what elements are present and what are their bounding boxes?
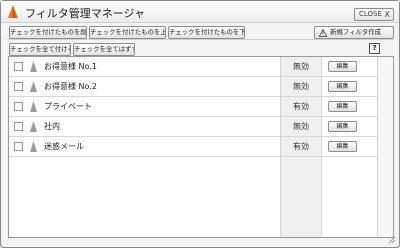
close-icon: X xyxy=(384,10,390,19)
new-filter-button[interactable]: 新規フィルタ作成 xyxy=(314,26,394,39)
close-button[interactable]: CLOSE X xyxy=(354,8,394,21)
close-label: CLOSE xyxy=(359,10,382,18)
filter-status: 有効 xyxy=(293,142,309,151)
filter-row[interactable]: プライベート 有効 編集 xyxy=(9,97,377,117)
filter-cone-icon xyxy=(30,121,37,132)
filter-cone-icon xyxy=(30,101,37,112)
edit-button[interactable]: 編集 xyxy=(328,121,357,132)
help-button[interactable]: ? xyxy=(369,43,380,54)
delete-checked-label: チェックを付けたものを削除 xyxy=(10,28,87,36)
uncheck-all-label: チェックを全てはずす xyxy=(74,45,135,53)
filter-list: お得意様 No.1 無効 編集 お得意様 No.2 無効 編集 プライベート 有… xyxy=(8,56,394,238)
title-bar[interactable]: フィルタ管理マネージャ CLOSE X xyxy=(1,1,399,23)
filter-row[interactable]: お得意様 No.1 無効 編集 xyxy=(9,57,377,77)
check-all-label: チェックを全て付ける xyxy=(10,45,71,53)
filter-row[interactable]: 迷惑メール 有効 編集 xyxy=(9,137,377,157)
edit-button[interactable]: 編集 xyxy=(328,61,357,72)
move-checked-up-label: チェックを付けたものを上に xyxy=(90,28,166,36)
filter-name: 迷惑メール xyxy=(44,142,84,151)
filter-name: お得意様 No.1 xyxy=(44,62,97,71)
row-checkbox[interactable] xyxy=(14,62,23,71)
row-checkbox[interactable] xyxy=(14,102,23,111)
new-filter-label: 新規フィルタ作成 xyxy=(330,28,381,36)
uncheck-all-button[interactable]: チェックを全てはずす xyxy=(73,43,135,56)
edit-button[interactable]: 編集 xyxy=(328,141,357,152)
filter-name: プライベート xyxy=(44,102,92,111)
check-all-button[interactable]: チェックを全て付ける xyxy=(9,43,71,56)
filter-manager-window: フィルタ管理マネージャ CLOSE X チェックを付けたものを削除 チェックを付… xyxy=(0,0,400,248)
delete-checked-button[interactable]: チェックを付けたものを削除 xyxy=(9,26,87,39)
filter-status: 無効 xyxy=(293,122,309,131)
filter-row[interactable]: 社内 無効 編集 xyxy=(9,117,377,137)
filter-status: 無効 xyxy=(293,62,309,71)
window-title: フィルタ管理マネージャ xyxy=(25,7,146,20)
filter-row[interactable]: お得意様 No.2 無効 編集 xyxy=(9,77,377,97)
resize-grip-icon[interactable] xyxy=(388,236,396,244)
move-checked-up-button[interactable]: チェックを付けたものを上に xyxy=(89,26,166,39)
filter-name: お得意様 No.2 xyxy=(44,82,97,91)
toolbar-divider xyxy=(7,39,393,40)
edit-button[interactable]: 編集 xyxy=(328,101,357,112)
edit-button[interactable]: 編集 xyxy=(328,81,357,92)
row-checkbox[interactable] xyxy=(14,82,23,91)
row-checkbox[interactable] xyxy=(14,142,23,151)
warning-triangle-icon xyxy=(319,29,327,37)
filter-status: 無効 xyxy=(293,82,309,91)
move-checked-down-button[interactable]: チェックを付けたものを下に xyxy=(168,26,245,39)
move-checked-down-label: チェックを付けたものを下に xyxy=(169,28,245,36)
row-checkbox[interactable] xyxy=(14,122,23,131)
list-scrollbar[interactable] xyxy=(377,57,393,237)
filter-cone-icon xyxy=(30,81,37,92)
filter-name: 社内 xyxy=(44,122,60,131)
filter-cone-icon xyxy=(30,61,37,72)
filter-cone-icon xyxy=(30,141,37,152)
cone-icon xyxy=(8,5,18,18)
filter-status: 有効 xyxy=(293,102,309,111)
